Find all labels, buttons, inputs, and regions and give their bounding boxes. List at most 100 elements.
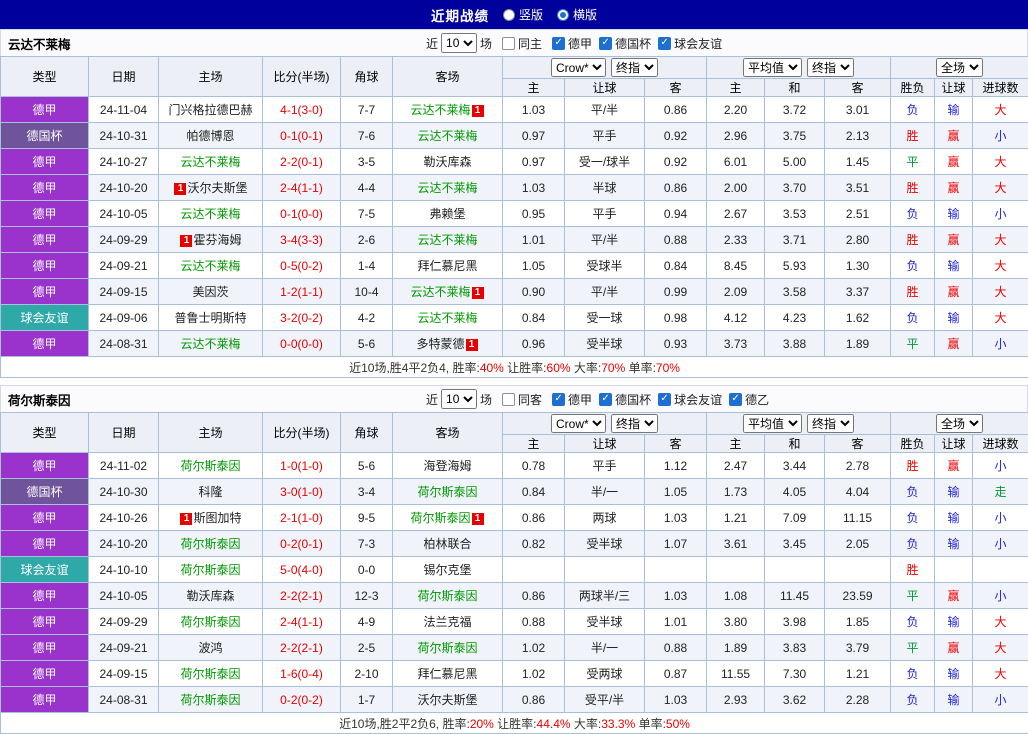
- league-filter[interactable]: ✓ 德国杯: [599, 391, 651, 408]
- team-name-link[interactable]: 拜仁慕尼黑: [417, 667, 477, 681]
- score-cell[interactable]: 1-2(1-1): [262, 278, 341, 305]
- team-name-link[interactable]: 弗赖堡: [429, 207, 465, 221]
- checkbox-checked-icon[interactable]: ✓: [599, 36, 613, 50]
- team-name-link[interactable]: 勒沃库森: [423, 155, 471, 169]
- score-cell[interactable]: 0-1(0-1): [262, 122, 341, 149]
- score-cell[interactable]: 0-0(0-0): [262, 330, 341, 357]
- team-name-link[interactable]: 门兴格拉德巴赫: [168, 103, 252, 117]
- score-cell[interactable]: 2-1(1-0): [262, 504, 341, 531]
- score-cell[interactable]: 4-1(3-0): [262, 96, 341, 123]
- average-select[interactable]: 平均值: [743, 58, 803, 77]
- team-name-link[interactable]: 云达不莱梅: [417, 311, 477, 325]
- team-name-link[interactable]: 普鲁士明斯特: [174, 311, 246, 325]
- team-name-link[interactable]: 柏林联合: [423, 537, 471, 551]
- match-scope-select[interactable]: 全场: [936, 414, 984, 433]
- team-name-link[interactable]: 云达不莱梅: [417, 233, 477, 247]
- match-scope-select[interactable]: 全场: [936, 58, 984, 77]
- team-name-link[interactable]: 多特蒙德: [416, 337, 464, 351]
- score-cell[interactable]: 3-2(0-2): [262, 304, 341, 331]
- checkbox-unchecked-icon[interactable]: [502, 392, 516, 406]
- match-count-select[interactable]: 10: [441, 33, 478, 53]
- team-name-link[interactable]: 荷尔斯泰因: [180, 667, 240, 681]
- score-cell[interactable]: 2-2(2-1): [262, 582, 341, 609]
- odds-handicap: 受平/半: [564, 686, 645, 713]
- team-name-link[interactable]: 云达不莱梅: [180, 337, 240, 351]
- odds-away: 0.88: [643, 226, 708, 253]
- team-name-link[interactable]: 荷尔斯泰因: [180, 563, 240, 577]
- radio-selected-icon[interactable]: [557, 8, 569, 21]
- team-name-link[interactable]: 美因茨: [192, 285, 228, 299]
- team-name-link[interactable]: 波鸿: [198, 641, 222, 655]
- score-cell[interactable]: 0-2(0-2): [262, 686, 341, 713]
- team-name-link[interactable]: 沃尔夫斯堡: [417, 693, 477, 707]
- league-filter[interactable]: ✓ 球会友谊: [658, 35, 722, 52]
- team-name-link[interactable]: 云达不莱梅: [417, 181, 477, 195]
- checkbox-checked-icon[interactable]: ✓: [599, 392, 613, 406]
- team-name-link[interactable]: 云达不莱梅: [180, 155, 240, 169]
- radio-unselected-icon[interactable]: [502, 8, 515, 21]
- team-name-link[interactable]: 勒沃库森: [186, 589, 234, 603]
- bookmaker-select[interactable]: Crow*: [551, 414, 606, 433]
- team-name-link[interactable]: 霍芬海姆: [193, 233, 241, 247]
- team-name-link[interactable]: 云达不莱梅: [180, 207, 240, 221]
- odds-stage-select[interactable]: 终指: [611, 414, 658, 433]
- team-name-link[interactable]: 荷尔斯泰因: [180, 537, 240, 551]
- score-cell[interactable]: 0-5(0-2): [262, 252, 341, 279]
- odds-stage-select-2[interactable]: 终指: [807, 414, 855, 433]
- result-goals: 大: [972, 304, 1028, 331]
- team-name-link[interactable]: 荷尔斯泰因: [417, 589, 477, 603]
- team-name-link[interactable]: 帕德博恩: [186, 129, 234, 143]
- league-filter[interactable]: ✓ 德乙: [729, 391, 769, 408]
- team-name-link[interactable]: 云达不莱梅: [410, 103, 470, 117]
- score-cell[interactable]: 0-2(0-1): [262, 530, 341, 557]
- team-name-link[interactable]: 云达不莱梅: [180, 259, 240, 273]
- bookmaker-select[interactable]: Crow*: [551, 58, 606, 77]
- same-venue-filter[interactable]: 同主: [502, 35, 542, 52]
- avg-away: 1.85: [824, 608, 892, 635]
- team-name-link[interactable]: 科隆: [198, 485, 222, 499]
- score-cell[interactable]: 2-4(1-1): [262, 174, 341, 201]
- checkbox-checked-icon[interactable]: ✓: [658, 392, 672, 406]
- score-cell[interactable]: 3-4(3-3): [262, 226, 341, 253]
- team-name-link[interactable]: 锡尔克堡: [423, 563, 471, 577]
- team-name-link[interactable]: 荷尔斯泰因: [180, 615, 240, 629]
- score-cell[interactable]: 1-6(0-4): [262, 660, 341, 687]
- average-select[interactable]: 平均值: [743, 414, 803, 433]
- score-cell[interactable]: 1-0(1-0): [262, 452, 341, 479]
- team-name-link[interactable]: 荷尔斯泰因: [180, 693, 240, 707]
- team-name-link[interactable]: 沃尔夫斯堡: [187, 181, 247, 195]
- league-filter[interactable]: ✓ 德甲: [552, 35, 592, 52]
- match-count-select[interactable]: 10: [441, 389, 478, 409]
- checkbox-checked-icon[interactable]: ✓: [552, 36, 566, 50]
- match-row: 德甲 24-09-21 云达不莱梅 0-5(0-2) 1-4 拜仁慕尼黑 1.05 受球半 0.…: [0, 252, 1028, 279]
- same-venue-filter[interactable]: 同客: [502, 391, 542, 408]
- checkbox-checked-icon[interactable]: ✓: [658, 36, 672, 50]
- team-name-link[interactable]: 云达不莱梅: [417, 129, 477, 143]
- team-name-link[interactable]: 拜仁慕尼黑: [417, 259, 477, 273]
- team-name-link[interactable]: 荷尔斯泰因: [417, 641, 477, 655]
- team-name-link[interactable]: 斯图加特: [193, 511, 241, 525]
- score-cell[interactable]: 0-1(0-0): [262, 200, 341, 227]
- team-name-link[interactable]: 荷尔斯泰因: [180, 459, 240, 473]
- league-filter[interactable]: ✓ 球会友谊: [658, 391, 722, 408]
- score-cell[interactable]: 5-0(4-0): [262, 556, 341, 583]
- league-filter[interactable]: ✓ 德国杯: [599, 35, 651, 52]
- odds-stage-select[interactable]: 终指: [611, 58, 658, 77]
- checkbox-unchecked-icon[interactable]: [502, 36, 516, 50]
- corners-cell: 5-6: [340, 330, 393, 357]
- team-name-link[interactable]: 海登海姆: [423, 459, 471, 473]
- team-name-link[interactable]: 云达不莱梅: [410, 285, 470, 299]
- team-name-link[interactable]: 法兰克福: [423, 615, 471, 629]
- score-cell[interactable]: 2-2(0-1): [262, 148, 341, 175]
- score-cell[interactable]: 3-0(1-0): [262, 478, 341, 505]
- odds-stage-select-2[interactable]: 终指: [807, 58, 855, 77]
- score-cell[interactable]: 2-4(1-1): [262, 608, 341, 635]
- layout-radio-horizontal[interactable]: 横版: [557, 6, 597, 23]
- team-name-link[interactable]: 荷尔斯泰因: [410, 511, 470, 525]
- score-cell[interactable]: 2-2(2-1): [262, 634, 341, 661]
- checkbox-checked-icon[interactable]: ✓: [552, 392, 566, 406]
- team-name-link[interactable]: 荷尔斯泰因: [417, 485, 477, 499]
- league-filter[interactable]: ✓ 德甲: [552, 391, 592, 408]
- checkbox-checked-icon[interactable]: ✓: [729, 392, 743, 406]
- layout-radio-vertical[interactable]: 竖版: [502, 6, 543, 23]
